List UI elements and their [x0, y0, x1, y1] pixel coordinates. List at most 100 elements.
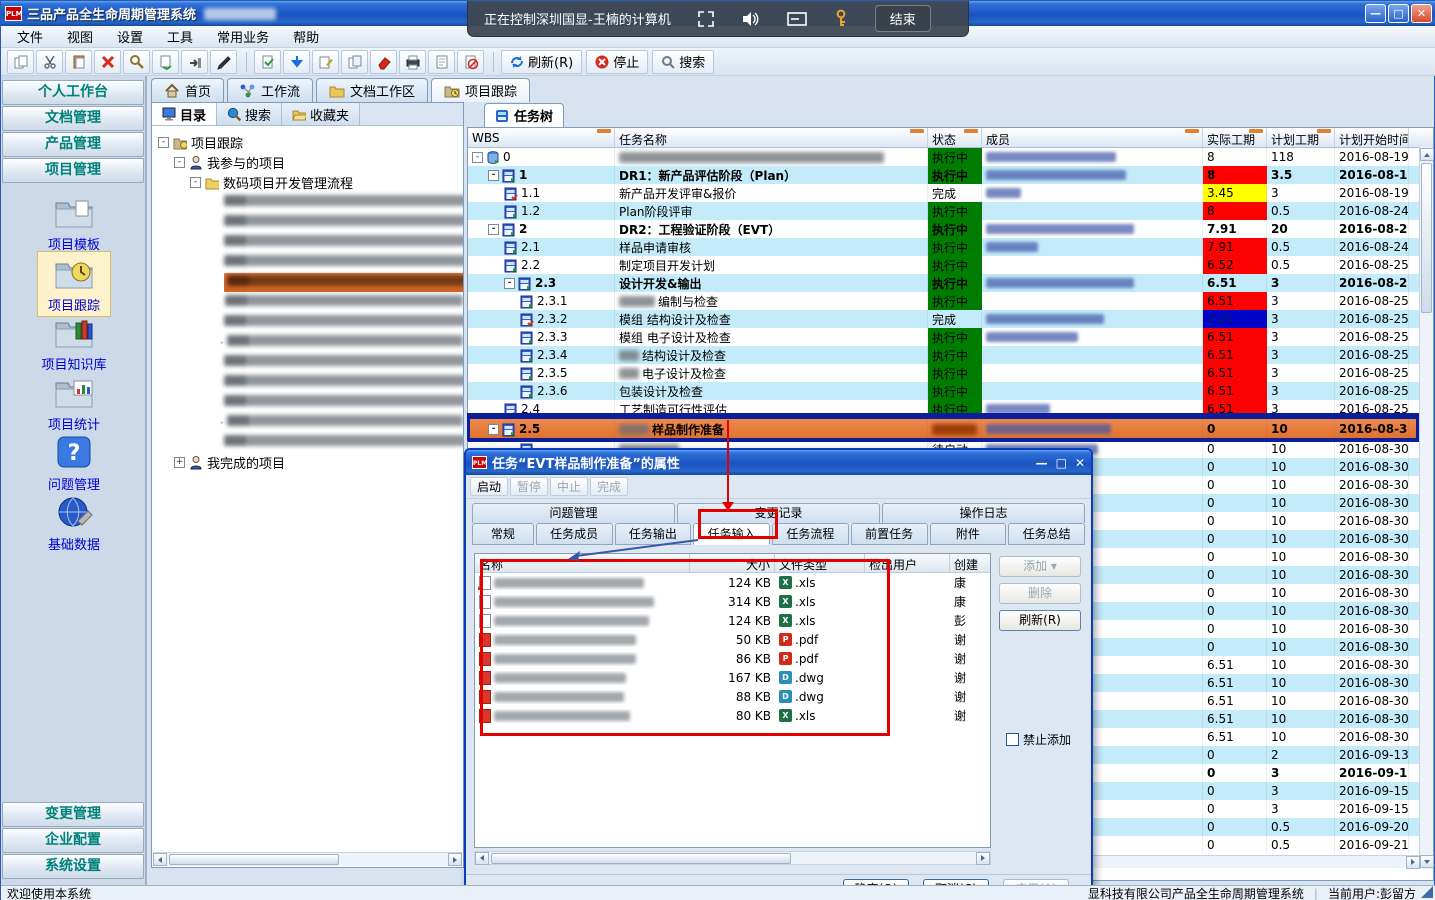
tree-tab-favorites-folder[interactable]: 收藏夹	[282, 103, 360, 125]
table-row[interactable]: -2.5样品制作准备0102016-08-3	[468, 418, 1433, 440]
column-header-4[interactable]: 实际工期	[1203, 128, 1267, 147]
tree-tab-monitor[interactable]: 目录	[152, 103, 217, 125]
dialog-toolbar-0[interactable]: 启动	[470, 477, 508, 496]
tree-root[interactable]: -项目跟踪	[158, 132, 463, 152]
table-row[interactable]: 2.3.3模组 电子设计及检查执行中6.5132016-08-25	[468, 328, 1433, 346]
sidebar-module-globe-wrench[interactable]: 基础数据	[1, 491, 147, 551]
minimize-button[interactable]: —	[1365, 4, 1386, 23]
toolbar-copy-button[interactable]	[7, 50, 34, 74]
stop-button[interactable]: 停止	[586, 50, 648, 74]
column-header-2[interactable]: 状态	[928, 128, 982, 147]
toolbar-doc-button[interactable]	[428, 50, 455, 74]
sidebar-button-0[interactable]: 个人工作台	[2, 80, 144, 105]
scroll-right-icon[interactable]	[448, 853, 462, 866]
table-row[interactable]: 2.3.2模组 结构设计及检查完成0.4632016-08-25	[468, 310, 1433, 328]
scroll-left-icon[interactable]	[153, 853, 167, 866]
checkbox-box[interactable]	[1006, 733, 1019, 746]
dialog-side-button-2[interactable]: 刷新(R)	[999, 610, 1081, 631]
window-icon[interactable]	[787, 11, 807, 27]
file-column-header-4[interactable]: 创建	[950, 554, 991, 572]
table-row[interactable]: 2.2制定项目开发计划执行中6.520.52016-08-25	[468, 256, 1433, 274]
toolbar-sign-button[interactable]	[210, 50, 237, 74]
dialog-tab-任务总结[interactable]: 任务总结	[1008, 523, 1085, 545]
tree-node-flow[interactable]: -数码项目开发管理流程	[158, 172, 463, 192]
tree-item-4[interactable]	[158, 272, 463, 292]
task-vertical-scrollbar[interactable]	[1419, 147, 1433, 869]
table-row[interactable]: -0执行中81182016-08-19	[468, 148, 1433, 166]
table-row[interactable]: -2DR2：工程验证阶段（EVT）执行中7.91202016-08-2	[468, 220, 1433, 238]
toolbar-download-button[interactable]	[283, 50, 310, 74]
tree-item-2[interactable]	[158, 232, 463, 252]
tree-node-participated[interactable]: -我参与的项目	[158, 152, 463, 172]
sidebar-bottom-button-2[interactable]: 系统设置	[2, 854, 144, 879]
toolbar-edit-button[interactable]	[312, 50, 339, 74]
refresh-button[interactable]: 刷新(R)	[501, 50, 582, 74]
sidebar-module-folder-doc[interactable]: 项目模板	[1, 191, 147, 251]
sidebar-button-1[interactable]: 文档管理	[2, 106, 144, 131]
tree-item-3[interactable]	[158, 252, 463, 272]
dialog-tab-前置任务[interactable]: 前置任务	[851, 523, 928, 545]
table-row[interactable]: 2.1样品申请审核执行中7.910.52016-08-24	[468, 238, 1433, 256]
tree-item-11[interactable]	[158, 412, 463, 432]
tree-item-5[interactable]	[158, 292, 463, 312]
collapse-icon[interactable]: -	[488, 224, 499, 235]
sidebar-button-2[interactable]: 产品管理	[2, 132, 144, 157]
toolbar-delete-button[interactable]	[94, 50, 121, 74]
toolbar-checkout-button[interactable]	[152, 50, 179, 74]
toolbar-point-button[interactable]	[181, 50, 208, 74]
file-list-horizontal-scrollbar[interactable]	[474, 851, 991, 865]
collapse-icon[interactable]: -	[472, 152, 483, 163]
expand-icon[interactable]: +	[174, 457, 185, 468]
table-row[interactable]: 2.4工艺制造可行性评估执行中6.5132016-08-25	[468, 400, 1433, 418]
table-row[interactable]: 1.1新产品开发评审&报价完成3.4532016-08-19	[468, 184, 1433, 202]
collapse-icon[interactable]: -	[504, 278, 515, 289]
column-header-6[interactable]: 计划开始时间	[1335, 128, 1409, 147]
sidebar-module-folder-chart[interactable]: 项目统计	[1, 371, 147, 431]
menu-item-4[interactable]: 常用业务	[205, 25, 281, 48]
toolbar-forbid-button[interactable]	[457, 50, 484, 74]
tree-horizontal-scrollbar[interactable]	[153, 852, 462, 866]
file-scroll-thumb[interactable]	[491, 853, 791, 864]
tree-item-12[interactable]	[158, 432, 463, 452]
column-header-0[interactable]: WBS	[468, 128, 615, 147]
tab-workflow[interactable]: 工作流	[227, 78, 313, 102]
table-row[interactable]: 2.3.5电子设计及检查执行中6.5132016-08-25	[468, 364, 1433, 382]
collapse-icon[interactable]: -	[174, 157, 185, 168]
task-scroll-thumb[interactable]	[1421, 163, 1432, 313]
tree-item-6[interactable]	[158, 312, 463, 332]
toolbar-find-button[interactable]	[123, 50, 150, 74]
tree-item-1[interactable]	[158, 212, 463, 232]
tab-folder[interactable]: 文档工作区	[316, 78, 428, 102]
close-button[interactable]: ✕	[1411, 4, 1432, 23]
table-row[interactable]: -2.3设计开发&输出执行中6.5132016-08-2	[468, 274, 1433, 292]
toolbar-cut-button[interactable]	[36, 50, 63, 74]
sidebar-module-folder-clock[interactable]: 项目跟踪	[1, 251, 147, 311]
tree-item-8[interactable]	[158, 352, 463, 372]
dialog-tab-常规[interactable]: 常规	[472, 523, 534, 545]
forbid-add-checkbox[interactable]: 禁止添加	[1006, 731, 1071, 748]
menu-item-1[interactable]: 视图	[55, 25, 105, 48]
column-header-5[interactable]: 计划工期	[1267, 128, 1335, 147]
fullscreen-icon[interactable]	[697, 10, 715, 28]
speaker-icon[interactable]	[741, 10, 761, 28]
menu-item-2[interactable]: 设置	[105, 25, 155, 48]
menu-item-3[interactable]: 工具	[155, 25, 205, 48]
dialog-close-button[interactable]: ✕	[1075, 456, 1085, 470]
column-header-1[interactable]: 任务名称	[615, 128, 928, 147]
sidebar-module-question[interactable]: ?问题管理	[1, 431, 147, 491]
toolbar-copy-doc-button[interactable]	[341, 50, 368, 74]
table-row[interactable]: 2.3.6包装设计及检查执行中6.5132016-08-25	[468, 382, 1433, 400]
search-button[interactable]: 搜索	[652, 50, 714, 74]
sidebar-button-3[interactable]: 项目管理	[2, 158, 144, 183]
scroll-right-icon[interactable]	[976, 852, 990, 865]
tab-home[interactable]: 首页	[151, 78, 224, 102]
table-row[interactable]: -1DR1：新产品评估阶段（Plan）执行中83.52016-08-1	[468, 166, 1433, 184]
restore-button[interactable]: □	[1388, 4, 1409, 23]
resize-grip[interactable]	[1421, 886, 1433, 898]
dialog-minimize-button[interactable]: —	[1036, 456, 1048, 470]
tab-task-tree[interactable]: 任务树	[484, 103, 564, 127]
column-header-3[interactable]: 成员	[982, 128, 1203, 147]
tree-tab-search-globe[interactable]: 搜索	[217, 103, 282, 125]
tree-item-0[interactable]	[158, 192, 463, 212]
scroll-left-icon[interactable]	[475, 852, 489, 865]
